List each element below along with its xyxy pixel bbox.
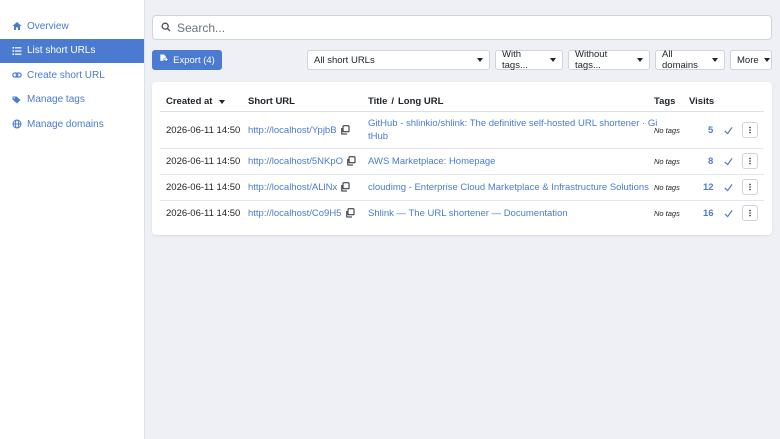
check-icon <box>724 200 733 226</box>
sidebar-item-create-short-url[interactable]: Create short URL <box>0 63 144 88</box>
created-at-cell: 2026-06-11 14:50 <box>166 124 241 136</box>
row-menu-button[interactable] <box>742 122 758 138</box>
short-urls-table: Created at Short URL Title / Long URL Ta… <box>152 82 772 235</box>
table-row: 2026-06-11 14:50 http://localhost/YpjbB … <box>160 112 764 149</box>
row-menu-button[interactable] <box>742 205 758 221</box>
title-link[interactable]: cloudimg - Enterprise Cloud Marketplace … <box>368 174 649 200</box>
vertical-dots-icon <box>749 126 751 134</box>
caret-down-icon <box>637 58 643 62</box>
table-row: 2026-06-11 14:50 http://localhost/ALlNx … <box>160 174 764 201</box>
short-url-link[interactable]: http://localhost/YpjbB <box>248 112 337 148</box>
sort-caret-icon <box>219 99 226 104</box>
vertical-dots-icon <box>749 209 751 217</box>
header-title-label: Title <box>368 96 388 107</box>
tags-icon <box>12 95 22 105</box>
sidebar-item-label: Manage domains <box>27 118 104 130</box>
title-line: GitHub - shlinkio/shlink: The definitive… <box>368 118 658 129</box>
sidebar-item-manage-tags[interactable]: Manage tags <box>0 88 144 113</box>
export-label: Export (4) <box>173 54 215 66</box>
created-at-cell: 2026-06-11 14:50 <box>166 207 241 219</box>
copy-icon[interactable] <box>340 112 350 148</box>
title-link[interactable]: Shlink — The URL shortener — Documentati… <box>368 200 568 226</box>
header-label: Short URL <box>248 96 295 107</box>
more-dropdown[interactable]: More <box>730 50 772 70</box>
header-title-long-url[interactable]: Title / Long URL <box>368 96 443 107</box>
sidebar-item-list-short-urls[interactable]: List short URLs <box>0 38 144 63</box>
title-link[interactable]: AWS Marketplace: Homepage <box>368 148 495 174</box>
created-at-cell: 2026-06-11 14:50 <box>166 155 241 167</box>
caret-down-icon <box>763 58 770 62</box>
title-link[interactable]: GitHub - shlinkio/shlink: The definitive… <box>368 117 657 143</box>
all-domains-dropdown[interactable]: All domains <box>655 49 725 71</box>
globe-icon <box>12 119 22 129</box>
table-row: 2026-06-11 14:50 http://localhost/Co9H5 … <box>160 200 764 226</box>
visits-count[interactable]: 5 <box>708 112 713 148</box>
row-menu-button[interactable] <box>742 153 758 169</box>
tags-cell: No tags <box>654 125 680 135</box>
copy-icon[interactable] <box>345 200 355 226</box>
check-icon <box>724 174 733 200</box>
sidebar-item-label: Create short URL <box>27 69 105 81</box>
search-bar[interactable] <box>152 15 772 40</box>
dropdown-label: All domains <box>662 49 698 71</box>
dropdown-label: More <box>737 54 759 66</box>
search-icon <box>161 19 175 37</box>
visits-count[interactable]: 12 <box>703 174 714 200</box>
header-short-url[interactable]: Short URL <box>248 96 295 107</box>
with-tags-dropdown[interactable]: With tags... <box>495 49 563 71</box>
toolbar: Export (4) All short URLs With tags... W… <box>152 49 772 71</box>
sidebar-item-label: Overview <box>27 20 69 32</box>
tags-cell: No tags <box>654 182 680 192</box>
list-icon <box>12 46 22 56</box>
short-url-link[interactable]: http://localhost/Co9H5 <box>248 200 341 226</box>
row-menu-button[interactable] <box>742 179 758 195</box>
copy-icon[interactable] <box>346 148 356 174</box>
table-row: 2026-06-11 14:50 http://localhost/5NKpO … <box>160 148 764 175</box>
header-long-url-label: Long URL <box>398 96 444 107</box>
vertical-dots-icon <box>749 157 751 165</box>
header-separator: / <box>391 96 394 107</box>
home-icon <box>12 21 22 31</box>
export-file-icon <box>159 54 173 66</box>
dropdown-label: All short URLs <box>314 54 375 66</box>
copy-icon[interactable] <box>340 174 350 200</box>
export-button[interactable]: Export (4) <box>152 50 222 70</box>
header-label: Created at <box>166 96 213 107</box>
short-url-link[interactable]: http://localhost/5NKpO <box>248 148 343 174</box>
tags-cell: No tags <box>654 208 680 218</box>
vertical-dots-icon <box>749 183 751 191</box>
header-label: Visits <box>689 96 715 107</box>
tags-cell: No tags <box>654 156 680 166</box>
sidebar-item-manage-domains[interactable]: Manage domains <box>0 112 144 137</box>
header-created-at[interactable]: Created at <box>166 96 226 107</box>
visits-count[interactable]: 16 <box>703 200 714 226</box>
link-icon <box>12 70 22 80</box>
header-tags[interactable]: Tags <box>654 96 675 107</box>
sidebar-item-label: Manage tags <box>27 94 85 106</box>
created-at-cell: 2026-06-11 14:50 <box>166 181 241 193</box>
visits-count[interactable]: 8 <box>708 148 713 174</box>
check-icon <box>724 148 733 174</box>
sidebar: Overview List short URLs Create short UR… <box>0 0 145 439</box>
without-tags-dropdown[interactable]: Without tags... <box>568 49 650 71</box>
check-icon <box>724 112 733 148</box>
header-visits[interactable]: Visits <box>689 96 714 107</box>
sidebar-item-overview[interactable]: Overview <box>0 14 144 39</box>
short-url-link[interactable]: http://localhost/ALlNx <box>248 174 337 200</box>
sidebar-item-label: List short URLs <box>27 45 96 57</box>
dropdown-label: With tags... <box>502 49 528 71</box>
title-line: tHub <box>368 131 389 142</box>
header-label: Tags <box>654 96 676 107</box>
dropdown-label: Without tags... <box>575 49 608 71</box>
caret-down-icon <box>477 58 483 62</box>
search-input[interactable] <box>175 19 771 36</box>
short-urls-filter-dropdown[interactable]: All short URLs <box>307 50 490 70</box>
caret-down-icon <box>712 58 718 62</box>
caret-down-icon <box>550 58 556 62</box>
